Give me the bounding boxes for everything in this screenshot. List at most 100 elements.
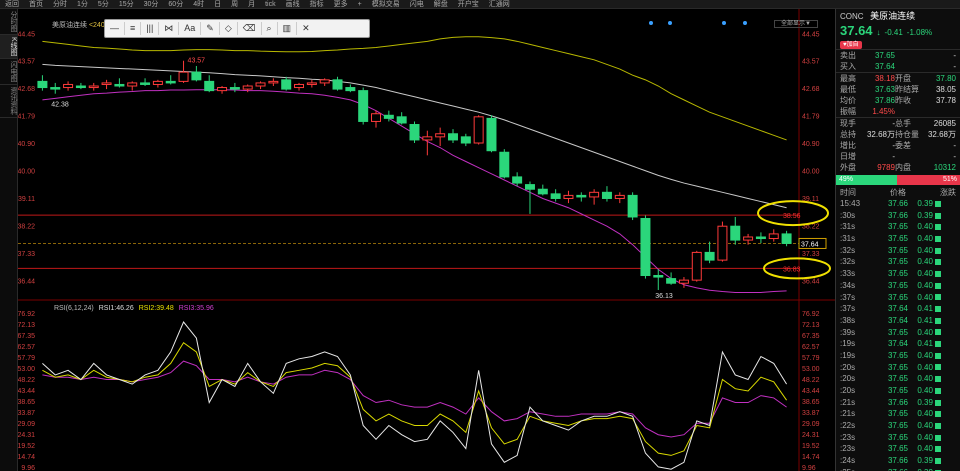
candle-body bbox=[743, 236, 754, 241]
quote-row: 现手 - 总手 26085 bbox=[836, 118, 960, 129]
favorite-badge[interactable]: ♥加自 bbox=[836, 39, 960, 49]
price-chart-svg[interactable]: 44.45 44.45 43.57 43.57 42.68 42.68 41.79 41.79… bbox=[18, 9, 835, 471]
toolbar-item-17[interactable]: 模拟交易 bbox=[367, 0, 405, 9]
symbol-full-name: 美原油连续 bbox=[870, 11, 916, 21]
left-tab-3[interactable]: 资讯资料 bbox=[0, 85, 18, 118]
draw-tool-5-icon[interactable]: ✎ bbox=[201, 22, 220, 35]
tick-time: :21s bbox=[840, 397, 856, 407]
candle-body bbox=[422, 136, 433, 141]
tick-row[interactable]: 15:43 37.66 0.39 bbox=[836, 198, 960, 210]
tick-row[interactable]: :23s 37.65 0.40 bbox=[836, 443, 960, 455]
toolbar-item-4[interactable]: 5分 bbox=[93, 0, 114, 9]
toolbar-item-9[interactable]: 日 bbox=[209, 0, 226, 9]
rsi-axis-label-left: 29.09 bbox=[18, 421, 35, 428]
draw-tool-9-icon[interactable]: ▥ bbox=[278, 22, 298, 35]
tick-row[interactable]: :19s 37.65 0.40 bbox=[836, 350, 960, 362]
left-tab-1[interactable]: K线图 bbox=[0, 35, 18, 59]
toolbar-item-11[interactable]: 月 bbox=[243, 0, 260, 9]
toolbar-item-18[interactable]: 闪电 bbox=[405, 0, 429, 9]
kline-chart-area[interactable]: 44.45 44.45 43.57 43.57 42.68 42.68 41.79 41.79… bbox=[18, 9, 835, 471]
tick-row[interactable]: :23s 37.65 0.40 bbox=[836, 432, 960, 444]
rsi-axis-label: 57.79 bbox=[802, 355, 820, 362]
tick-change: 0.40 bbox=[917, 432, 956, 444]
tick-price: 37.65 bbox=[887, 374, 908, 384]
candle-body bbox=[281, 79, 292, 90]
rsi-axis-label: 76.92 bbox=[802, 311, 820, 318]
candle-body bbox=[383, 114, 394, 119]
quote-value-2: 37.80 bbox=[935, 74, 956, 83]
price-axis-label-left: 40.90 bbox=[18, 141, 35, 148]
tick-row[interactable]: :34s 37.65 0.40 bbox=[836, 280, 960, 292]
tick-row[interactable]: :37s 37.64 0.41 bbox=[836, 303, 960, 315]
draw-tool-8-icon[interactable]: ⌕ bbox=[262, 22, 278, 35]
tick-row[interactable]: :21s 37.65 0.40 bbox=[836, 408, 960, 420]
quote-label: 最高 bbox=[840, 74, 856, 83]
candle-body bbox=[512, 176, 523, 184]
toolbar-item-15[interactable]: 更多 bbox=[329, 0, 353, 9]
toolbar-item-6[interactable]: 30分 bbox=[139, 0, 164, 9]
candle-body bbox=[730, 225, 741, 241]
draw-tool-1-icon[interactable]: ≡ bbox=[125, 22, 142, 35]
toolbar-item-5[interactable]: 15分 bbox=[114, 0, 139, 9]
add-favorite-button[interactable]: ♥加自 bbox=[840, 41, 862, 49]
toolbar-item-0[interactable]: 返回 bbox=[0, 0, 24, 9]
toolbar-item-1[interactable]: 首页 bbox=[24, 0, 48, 9]
draw-tool-10-icon[interactable]: ✕ bbox=[297, 22, 315, 35]
tick-row[interactable]: :31s 37.65 0.40 bbox=[836, 221, 960, 233]
draw-tool-6-icon[interactable]: ◇ bbox=[220, 22, 238, 35]
candle-body bbox=[524, 184, 535, 190]
toolbar-item-10[interactable]: 周 bbox=[226, 0, 243, 9]
left-tab-0[interactable]: 分时图 bbox=[0, 9, 18, 35]
candle-body bbox=[627, 194, 638, 218]
toolbar-item-16[interactable]: + bbox=[353, 1, 367, 8]
candle-body bbox=[63, 83, 74, 89]
quote-label-2 bbox=[895, 61, 923, 72]
tick-change: 0.41 bbox=[917, 338, 956, 350]
tick-row[interactable]: :21s 37.66 0.39 bbox=[836, 397, 960, 409]
tick-row[interactable]: :20s 37.65 0.40 bbox=[836, 373, 960, 385]
tick-row[interactable]: :32s 37.65 0.40 bbox=[836, 245, 960, 257]
tick-row[interactable]: :37s 37.65 0.40 bbox=[836, 292, 960, 304]
tick-row[interactable]: :32s 37.65 0.40 bbox=[836, 256, 960, 268]
tick-row[interactable]: :33s 37.65 0.40 bbox=[836, 268, 960, 280]
tick-row[interactable]: :30s 37.66 0.39 bbox=[836, 210, 960, 222]
tick-change: 0.40 bbox=[917, 408, 956, 420]
candle-body bbox=[191, 71, 202, 81]
tick-row[interactable]: :22s 37.65 0.40 bbox=[836, 420, 960, 432]
tick-row[interactable]: :39s 37.65 0.40 bbox=[836, 327, 960, 339]
toolbar-item-19[interactable]: 解盘 bbox=[429, 0, 453, 9]
toolbar-item-7[interactable]: 60分 bbox=[163, 0, 188, 9]
tick-row[interactable]: :19s 37.64 0.41 bbox=[836, 338, 960, 350]
draw-tool-3-icon[interactable]: ⋈ bbox=[159, 22, 180, 35]
toolbar-item-21[interactable]: 汇通网 bbox=[484, 0, 515, 9]
left-tab-2[interactable]: 闪电图 bbox=[0, 59, 18, 85]
tick-row[interactable]: :24s 37.66 0.39 bbox=[836, 455, 960, 467]
candle-body bbox=[165, 80, 176, 84]
quote-row: 总持 32.68万 持仓量 32.68万 bbox=[836, 129, 960, 140]
tick-row[interactable]: :25s37.660.39 bbox=[836, 467, 960, 471]
tick-row[interactable]: :38s 37.64 0.41 bbox=[836, 315, 960, 327]
tick-row[interactable]: :20s 37.65 0.40 bbox=[836, 362, 960, 374]
draw-tool-2-icon[interactable]: ||| bbox=[141, 22, 160, 35]
toolbar-item-14[interactable]: 指标 bbox=[305, 0, 329, 9]
toolbar-item-20[interactable]: 开户宝 bbox=[453, 0, 484, 9]
tick-price: 37.65 bbox=[887, 327, 908, 337]
toolbar-item-12[interactable]: tick bbox=[260, 1, 281, 8]
toolbar-item-2[interactable]: 分时 bbox=[48, 0, 72, 9]
tick-change: 0.40 bbox=[917, 385, 956, 397]
tick-price: 37.66 bbox=[887, 199, 908, 208]
tick-list[interactable]: 15:43 37.66 0.39:30s 37.66 0.39:31s 37.65 0.40… bbox=[836, 198, 960, 471]
draw-tool-7-icon[interactable]: ⌫ bbox=[238, 22, 262, 35]
tick-change-value: 0.40 bbox=[917, 280, 933, 290]
draw-tool-4-icon[interactable]: Aa bbox=[179, 22, 202, 35]
toolbar-item-13[interactable]: 画线 bbox=[281, 0, 305, 9]
tick-row[interactable]: :31s 37.65 0.40 bbox=[836, 233, 960, 245]
candle-body bbox=[319, 79, 330, 84]
toolbar-item-3[interactable]: 1分 bbox=[72, 0, 93, 9]
toolbar-item-8[interactable]: 4时 bbox=[188, 0, 209, 9]
draw-tool-0-icon[interactable]: — bbox=[105, 22, 125, 35]
display-mode-button[interactable]: 全部显示▼ bbox=[774, 20, 818, 28]
tick-change-value: 0.40 bbox=[917, 409, 933, 419]
candle-body bbox=[537, 188, 548, 195]
tick-row[interactable]: :20s 37.65 0.40 bbox=[836, 385, 960, 397]
